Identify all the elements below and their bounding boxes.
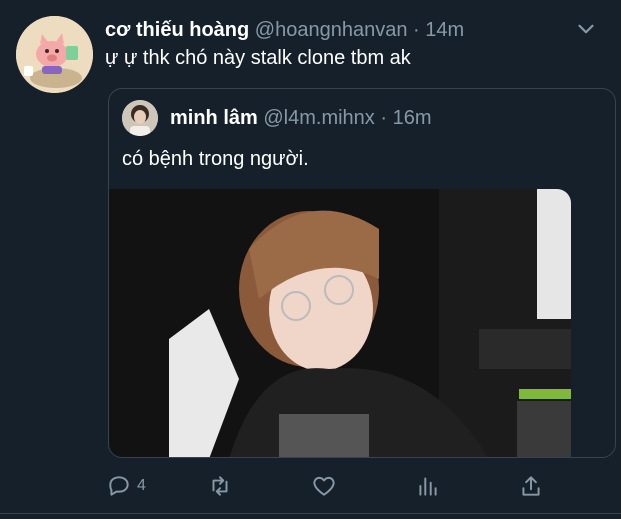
chevron-down-icon xyxy=(578,24,594,34)
heart-icon xyxy=(313,476,335,496)
action-bar: 4 xyxy=(0,468,621,504)
quoted-avatar-image xyxy=(122,100,158,136)
retweet-icon xyxy=(212,476,228,496)
quoted-avatar[interactable] xyxy=(122,100,158,136)
quoted-display-name[interactable]: minh lâm xyxy=(170,107,258,129)
divider xyxy=(0,513,621,514)
reply-count: 4 xyxy=(137,477,146,494)
handle[interactable]: @hoangnhanvan xyxy=(255,19,408,41)
like-button[interactable] xyxy=(311,468,337,504)
quoted-tweet[interactable]: minh lâm @l4m.mihnx · 16m có bệnh trong … xyxy=(108,88,616,458)
tweet-text: ự ự thk chó này stalk clone tbm ak xyxy=(105,47,411,69)
retweet-button[interactable] xyxy=(207,468,233,504)
share-icon xyxy=(522,476,540,496)
timestamp[interactable]: 14m xyxy=(425,19,464,41)
quoted-separator: · xyxy=(380,107,388,129)
tweet-header: cơ thiếu hoàng @hoangnhanvan · 14m xyxy=(105,17,571,43)
pig-cartoon-avatar-image xyxy=(16,16,93,93)
photo-image xyxy=(109,189,571,457)
quoted-header: minh lâm @l4m.mihnx · 16m xyxy=(170,106,432,130)
quoted-text: có bệnh trong người. xyxy=(122,148,309,170)
quoted-timestamp[interactable]: 16m xyxy=(393,107,432,129)
separator: · xyxy=(413,19,420,41)
share-button[interactable] xyxy=(518,468,544,504)
more-options-button[interactable] xyxy=(573,16,599,42)
quoted-handle[interactable]: @l4m.mihnx xyxy=(263,107,374,129)
reply-icon xyxy=(109,476,129,496)
tweet[interactable]: cơ thiếu hoàng @hoangnhanvan · 14m ự ự t… xyxy=(0,0,621,519)
analytics-icon xyxy=(419,477,437,496)
quoted-photo[interactable] xyxy=(109,189,571,457)
avatar[interactable] xyxy=(16,16,93,93)
analytics-button[interactable] xyxy=(415,468,441,504)
display-name[interactable]: cơ thiếu hoàng xyxy=(105,19,249,41)
reply-button[interactable]: 4 xyxy=(106,468,146,504)
